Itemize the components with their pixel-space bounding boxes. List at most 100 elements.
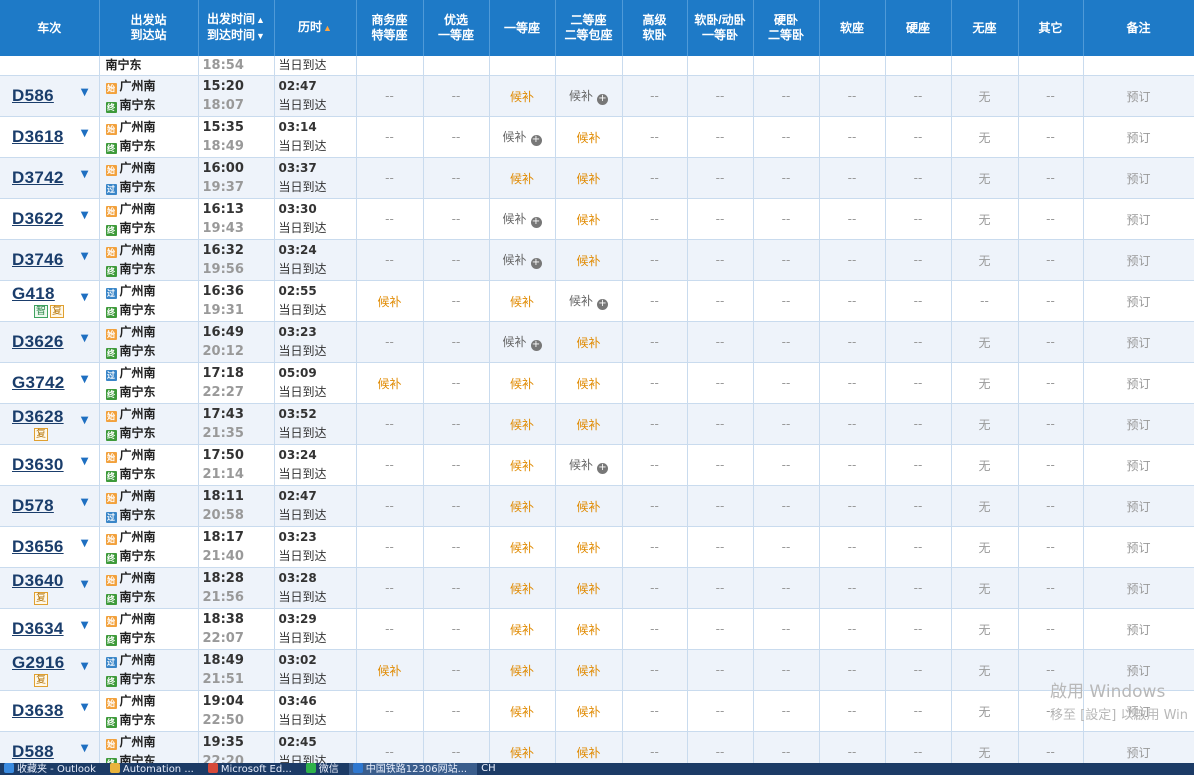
expand-triangle-icon[interactable]: ▼ <box>81 497 89 508</box>
expand-triangle-icon[interactable]: ▼ <box>81 292 89 303</box>
add-circle-icon[interactable]: + <box>530 340 542 351</box>
expand-triangle-icon[interactable]: ▼ <box>81 620 89 631</box>
seat-value[interactable]: 候补 <box>576 746 600 760</box>
seat-value[interactable]: 候补 <box>510 746 534 760</box>
expand-triangle-icon[interactable]: ▼ <box>81 87 89 98</box>
seat-value[interactable]: 候补 <box>502 212 526 226</box>
seat-value[interactable]: 候补 <box>576 623 600 637</box>
book-button[interactable]: 预订 <box>1126 336 1150 350</box>
seat-value[interactable]: 候补 <box>502 253 526 267</box>
book-button[interactable]: 预订 <box>1126 664 1150 678</box>
book-button[interactable]: 预订 <box>1126 500 1150 514</box>
add-circle-icon[interactable]: + <box>597 299 608 310</box>
seat-value[interactable]: 候补 <box>576 377 600 391</box>
add-circle-icon[interactable]: + <box>597 463 608 474</box>
seat-value[interactable]: 候补 <box>576 664 600 678</box>
train-number-link[interactable]: G3742 <box>12 373 65 392</box>
seat-value[interactable]: 候补 <box>510 459 534 473</box>
expand-triangle-icon[interactable]: ▼ <box>81 415 89 426</box>
book-button[interactable]: 预订 <box>1126 131 1150 145</box>
expand-triangle-icon[interactable]: ▼ <box>81 251 89 262</box>
book-button[interactable]: 预订 <box>1126 541 1150 555</box>
train-number-link[interactable]: D3640 <box>12 571 64 590</box>
expand-triangle-icon[interactable]: ▼ <box>81 374 89 385</box>
expand-triangle-icon[interactable]: ▼ <box>81 702 89 713</box>
seat-value[interactable]: 候补 <box>576 336 600 350</box>
add-circle-icon[interactable]: + <box>530 135 542 146</box>
sort-up-icon[interactable]: ▲ <box>323 23 332 33</box>
book-button[interactable]: 预订 <box>1126 254 1150 268</box>
expand-triangle-icon[interactable]: ▼ <box>81 333 89 344</box>
seat-value[interactable]: 候补 <box>502 335 526 349</box>
book-button[interactable]: 预订 <box>1126 705 1150 719</box>
header-duration[interactable]: 历时▲ <box>274 0 357 56</box>
seat-value[interactable]: 候补 <box>576 500 600 514</box>
seat-value[interactable]: 候补 <box>510 541 534 555</box>
train-number-link[interactable]: D3742 <box>12 168 64 187</box>
seat-value[interactable]: 候补 <box>576 541 600 555</box>
seat-value[interactable]: 候补 <box>502 130 526 144</box>
sort-up-icon[interactable]: ▲ <box>256 15 265 25</box>
sort-down-icon[interactable]: ▼ <box>256 31 265 41</box>
book-button[interactable]: 预订 <box>1126 418 1150 432</box>
taskbar-item[interactable]: 收藏夹 - Outlook <box>0 763 106 775</box>
language-indicator[interactable]: CH <box>477 763 506 775</box>
expand-triangle-icon[interactable]: ▼ <box>81 128 89 139</box>
train-number-link[interactable]: G418 <box>12 284 55 303</box>
train-number-link[interactable]: D578 <box>12 496 54 515</box>
seat-value[interactable]: 候补 <box>576 418 600 432</box>
seat-value[interactable]: 候补 <box>569 458 593 472</box>
expand-triangle-icon[interactable]: ▼ <box>81 538 89 549</box>
expand-triangle-icon[interactable]: ▼ <box>81 743 89 754</box>
expand-triangle-icon[interactable]: ▼ <box>81 661 89 672</box>
book-button[interactable]: 预订 <box>1126 295 1150 309</box>
train-number-link[interactable]: G2916 <box>12 653 65 672</box>
train-number-link[interactable]: D3630 <box>12 455 64 474</box>
seat-value[interactable]: 候补 <box>576 705 600 719</box>
seat-value[interactable]: 候补 <box>510 377 534 391</box>
expand-triangle-icon[interactable]: ▼ <box>81 579 89 590</box>
book-button[interactable]: 预订 <box>1126 459 1150 473</box>
book-button[interactable]: 预订 <box>1126 172 1150 186</box>
seat-value[interactable]: 候补 <box>510 664 534 678</box>
book-button[interactable]: 预订 <box>1126 623 1150 637</box>
taskbar-item[interactable]: Automation ... <box>106 763 204 775</box>
seat-value[interactable]: 候补 <box>576 582 600 596</box>
seat-value[interactable]: 候补 <box>510 500 534 514</box>
seat-value[interactable]: 候补 <box>510 582 534 596</box>
train-number-link[interactable]: D3656 <box>12 537 64 556</box>
seat-value[interactable]: 候补 <box>377 295 401 309</box>
taskbar-item[interactable]: 中国铁路12306网站... <box>348 763 478 775</box>
taskbar-item[interactable]: 微信 <box>302 763 349 775</box>
train-number-link[interactable]: D3622 <box>12 209 64 228</box>
seat-value[interactable]: 候补 <box>510 623 534 637</box>
seat-value[interactable]: 候补 <box>576 172 600 186</box>
train-number-link[interactable]: D3626 <box>12 332 64 351</box>
seat-value[interactable]: 候补 <box>510 172 534 186</box>
expand-triangle-icon[interactable]: ▼ <box>81 169 89 180</box>
seat-value[interactable]: 候补 <box>510 705 534 719</box>
seat-value[interactable]: 候补 <box>576 131 600 145</box>
seat-value[interactable]: 候补 <box>377 377 401 391</box>
book-button[interactable]: 预订 <box>1126 213 1150 227</box>
train-number-link[interactable]: D588 <box>12 742 54 761</box>
train-number-link[interactable]: D3634 <box>12 619 64 638</box>
header-time[interactable]: 出发时间▲ 到达时间▼ <box>198 0 275 56</box>
seat-value[interactable]: 候补 <box>576 254 600 268</box>
book-button[interactable]: 预订 <box>1126 377 1150 391</box>
seat-value[interactable]: 候补 <box>569 294 593 308</box>
seat-value[interactable]: 候补 <box>510 418 534 432</box>
seat-value[interactable]: 候补 <box>576 213 600 227</box>
book-button[interactable]: 预订 <box>1126 90 1150 104</box>
seat-value[interactable]: 候补 <box>510 90 534 104</box>
train-number-link[interactable]: D3746 <box>12 250 64 269</box>
book-button[interactable]: 预订 <box>1126 582 1150 596</box>
add-circle-icon[interactable]: + <box>597 94 608 105</box>
book-button[interactable]: 预订 <box>1126 746 1150 760</box>
train-number-link[interactable]: D586 <box>12 86 54 105</box>
train-number-link[interactable]: D3628 <box>12 407 64 426</box>
expand-triangle-icon[interactable]: ▼ <box>81 210 89 221</box>
train-number-link[interactable]: D3618 <box>12 127 64 146</box>
add-circle-icon[interactable]: + <box>530 258 542 269</box>
add-circle-icon[interactable]: + <box>530 217 542 228</box>
